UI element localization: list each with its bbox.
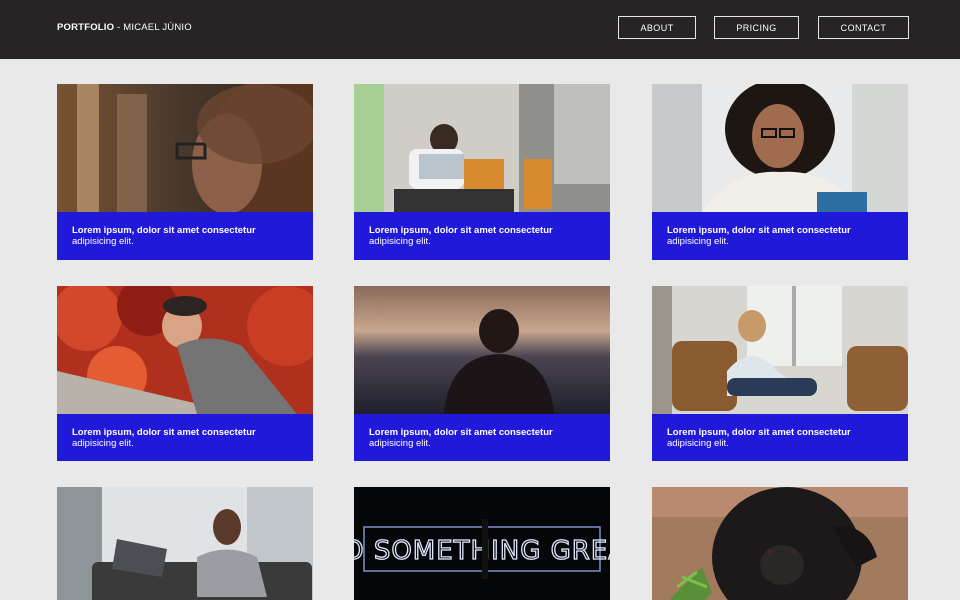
about-button[interactable]: ABOUT bbox=[618, 16, 696, 39]
brand-logo[interactable]: PORTFOLIO - MICAEL JÚNIO bbox=[57, 22, 192, 33]
card-subtitle: adipisicing elit. bbox=[72, 438, 134, 449]
card-caption: Lorem ipsum, dolor sit amet consectetur … bbox=[57, 212, 313, 260]
woman-armchair-photo bbox=[652, 286, 908, 414]
woman-silhouette-sunset-photo bbox=[354, 286, 610, 414]
card-subtitle: adipisicing elit. bbox=[369, 236, 431, 247]
card-title: Lorem ipsum, dolor sit amet consectetur bbox=[369, 427, 553, 438]
card-subtitle: adipisicing elit. bbox=[667, 236, 729, 247]
portfolio-card-4[interactable]: Lorem ipsum, dolor sit amet consectetur … bbox=[57, 286, 313, 461]
card-caption: Lorem ipsum, dolor sit amet consectetur … bbox=[57, 414, 313, 461]
card-subtitle: adipisicing elit. bbox=[667, 438, 729, 449]
portfolio-card-8[interactable]: DO SOMETHING GREAT bbox=[354, 487, 610, 600]
card-title: Lorem ipsum, dolor sit amet consectetur bbox=[667, 225, 851, 236]
contact-button[interactable]: CONTACT bbox=[818, 16, 909, 39]
woman-glasses-profile-photo bbox=[57, 84, 313, 212]
portfolio-card-7[interactable] bbox=[57, 487, 313, 600]
portfolio-card-1[interactable]: Lorem ipsum, dolor sit amet consectetur … bbox=[57, 84, 313, 260]
card-title: Lorem ipsum, dolor sit amet consectetur bbox=[72, 427, 256, 438]
neon-sign-photo: DO SOMETHING GREAT bbox=[354, 487, 610, 600]
gorilla-photo bbox=[652, 487, 908, 600]
woman-autumn-leaves-photo bbox=[57, 286, 313, 414]
card-subtitle: adipisicing elit. bbox=[369, 438, 431, 449]
portfolio-card-3[interactable]: Lorem ipsum, dolor sit amet consectetur … bbox=[652, 84, 908, 260]
navbar: PORTFOLIO - MICAEL JÚNIO ABOUT PRICING C… bbox=[0, 0, 960, 59]
portfolio-card-5[interactable]: Lorem ipsum, dolor sit amet consectetur … bbox=[354, 286, 610, 461]
pricing-button[interactable]: PRICING bbox=[714, 16, 799, 39]
card-subtitle: adipisicing elit. bbox=[72, 236, 134, 247]
brand-author: - MICAEL JÚNIO bbox=[114, 22, 192, 33]
brand-name: PORTFOLIO bbox=[57, 22, 115, 33]
card-title: Lorem ipsum, dolor sit amet consectetur bbox=[667, 427, 851, 438]
portfolio-card-6[interactable]: Lorem ipsum, dolor sit amet consectetur … bbox=[652, 286, 908, 461]
card-caption: Lorem ipsum, dolor sit amet consectetur … bbox=[354, 414, 610, 461]
card-caption: Lorem ipsum, dolor sit amet consectetur … bbox=[354, 212, 610, 260]
man-laptop-photo bbox=[354, 84, 610, 212]
card-title: Lorem ipsum, dolor sit amet consectetur bbox=[369, 225, 553, 236]
card-title: Lorem ipsum, dolor sit amet consectetur bbox=[72, 225, 256, 236]
card-caption: Lorem ipsum, dolor sit amet consectetur … bbox=[652, 212, 908, 260]
portfolio-card-2[interactable]: Lorem ipsum, dolor sit amet consectetur … bbox=[354, 84, 610, 260]
woman-laptop-couch-photo bbox=[57, 487, 313, 600]
portfolio-card-9[interactable] bbox=[652, 487, 908, 600]
card-caption: Lorem ipsum, dolor sit amet consectetur … bbox=[652, 414, 908, 461]
curly-hair-woman-photo bbox=[652, 84, 908, 212]
